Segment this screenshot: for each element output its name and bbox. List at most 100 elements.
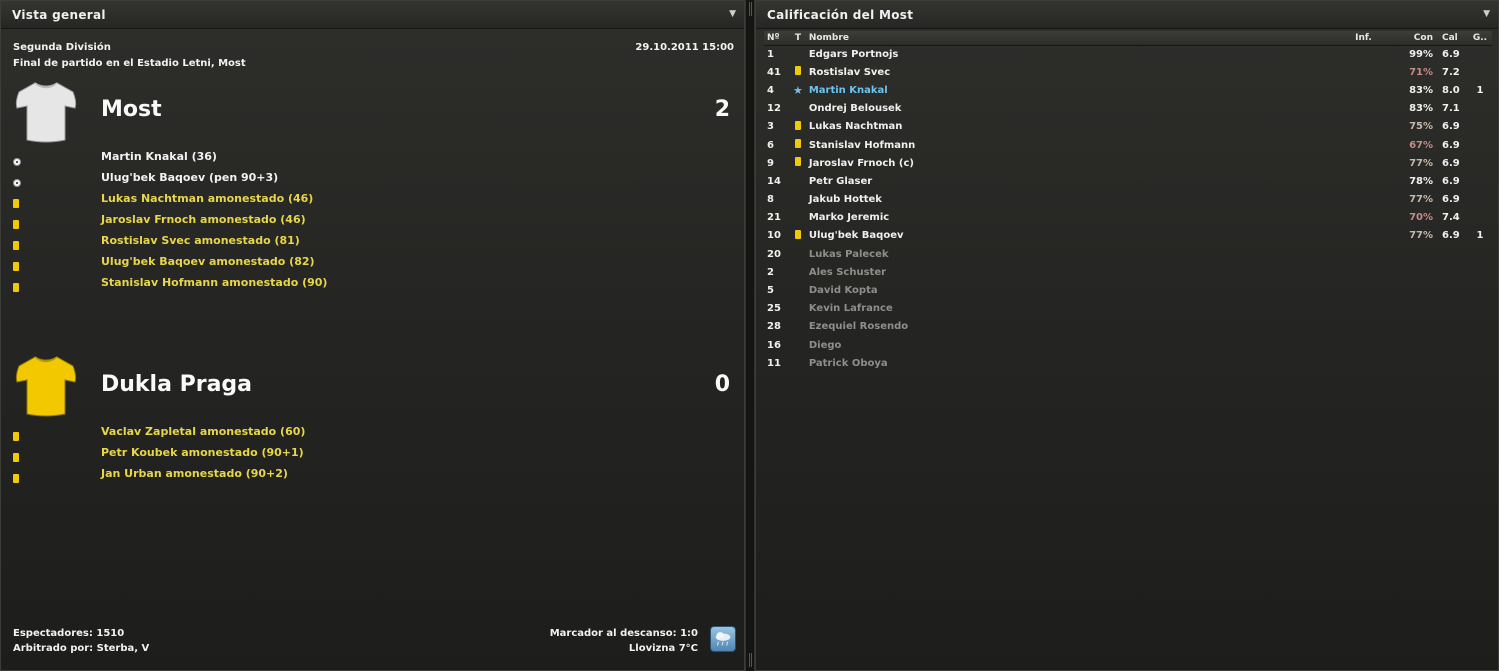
player-name[interactable]: Ezequiel Rosendo — [806, 318, 1352, 336]
player-number: 9 — [767, 157, 774, 169]
away-shirt-icon[interactable] — [13, 354, 79, 418]
player-row[interactable]: 10 Ulug'bek Baqoev 77% 6.9 1 — [764, 227, 1492, 245]
player-info — [1352, 245, 1406, 263]
player-row[interactable]: 8 Jakub Hottek 77% 6.9 — [764, 191, 1492, 209]
col-number[interactable]: Nº — [764, 31, 790, 46]
player-name[interactable]: Petr Glaser — [806, 172, 1352, 190]
event-text[interactable]: Jan Urban amonestado (90+2) — [101, 467, 288, 480]
player-name[interactable]: Ales Schuster — [806, 263, 1352, 281]
player-row[interactable]: 16 Diego — [764, 336, 1492, 354]
player-row[interactable]: 25 Kevin Lafrance — [764, 300, 1492, 318]
player-type — [790, 227, 806, 245]
player-row[interactable]: 21 Marko Jeremic 70% 7.4 — [764, 209, 1492, 227]
player-condition — [1406, 318, 1436, 336]
player-row[interactable]: 6 Stanislav Hofmann 67% 6.9 — [764, 136, 1492, 154]
player-info — [1352, 118, 1406, 136]
event-text[interactable]: Petr Koubek amonestado (90+1) — [101, 446, 304, 459]
col-info[interactable]: Inf. — [1352, 31, 1407, 46]
col-name[interactable]: Nombre — [805, 31, 1353, 46]
ratings-header: Calificación del Most ▼ — [756, 1, 1498, 29]
player-type — [790, 336, 806, 354]
player-number: 25 — [767, 303, 781, 315]
player-name[interactable]: Stanislav Hofmann — [806, 136, 1352, 154]
player-number: 2 — [767, 266, 774, 278]
yellow-card-icon — [794, 229, 801, 239]
player-row[interactable]: 11 Patrick Oboya — [764, 354, 1492, 372]
player-type — [790, 209, 806, 227]
player-name[interactable]: Jakub Hottek — [806, 191, 1352, 209]
weather-text: Llovizna 7°C — [628, 643, 698, 654]
player-info — [1352, 81, 1406, 99]
player-row[interactable]: 1 Edgars Portnojs 99% 6.9 — [764, 45, 1492, 63]
chevron-down-icon[interactable]: ▼ — [729, 9, 736, 19]
player-row[interactable]: 20 Lukas Palecek — [764, 245, 1492, 263]
event-text[interactable]: Lukas Nachtman amonestado (46) — [101, 192, 313, 205]
player-row[interactable]: 5 David Kopta — [764, 281, 1492, 299]
away-team-score: 0 — [714, 372, 730, 397]
player-type: ★ — [790, 81, 806, 99]
player-row[interactable]: 28 Ezequiel Rosendo — [764, 318, 1492, 336]
player-number: 8 — [767, 194, 774, 206]
player-name[interactable]: Diego — [806, 336, 1352, 354]
event-text[interactable]: Rostislav Svec amonestado (81) — [101, 234, 300, 247]
player-name[interactable]: David Kopta — [806, 281, 1352, 299]
home-shirt-icon[interactable] — [13, 80, 79, 144]
player-condition: 77% — [1409, 194, 1433, 206]
yellow-card-icon — [13, 256, 19, 275]
player-row[interactable]: 2 Ales Schuster — [764, 263, 1492, 281]
player-row[interactable]: 14 Petr Glaser 78% 6.9 — [764, 172, 1492, 190]
yellow-card-icon — [13, 214, 19, 233]
player-row[interactable]: 12 Ondrej Belousek 83% 7.1 — [764, 100, 1492, 118]
player-info — [1352, 354, 1406, 372]
col-rating[interactable]: Cal — [1436, 31, 1468, 46]
yellow-card-icon — [13, 447, 19, 466]
player-rating — [1436, 263, 1468, 281]
player-type — [790, 100, 806, 118]
event-text[interactable]: Stanislav Hofmann amonestado (90) — [101, 276, 327, 289]
player-name[interactable]: Marko Jeremic — [806, 209, 1352, 227]
player-condition: 77% — [1409, 157, 1433, 169]
col-condition[interactable]: Con — [1406, 31, 1436, 46]
chevron-down-icon[interactable]: ▼ — [1483, 9, 1490, 19]
splitter-grip-bottom[interactable] — [749, 653, 752, 667]
event-text[interactable]: Ulug'bek Baqoev amonestado (82) — [101, 255, 315, 268]
player-name[interactable]: Jaroslav Frnoch (c) — [806, 154, 1352, 172]
col-goals[interactable]: G.. — [1467, 31, 1492, 46]
player-info — [1352, 209, 1406, 227]
player-number: 5 — [767, 285, 774, 297]
star-icon: ★ — [792, 83, 803, 97]
referee[interactable]: Arbitrado por: Sterba, V — [13, 643, 149, 654]
event-text[interactable]: Jaroslav Frnoch amonestado (46) — [101, 213, 306, 226]
player-name[interactable]: Lukas Palecek — [806, 245, 1352, 263]
player-name[interactable]: Kevin Lafrance — [806, 300, 1352, 318]
player-row[interactable]: 4 ★ Martin Knakal 83% 8.0 1 — [764, 81, 1492, 99]
away-team-name[interactable]: Dukla Praga — [101, 372, 252, 397]
player-rating — [1436, 300, 1468, 318]
player-rating: 6.9 — [1442, 48, 1460, 60]
yellow-card-event: Petr Koubek amonestado (90+1) — [1, 444, 746, 465]
player-number: 14 — [767, 175, 781, 187]
player-name[interactable]: Lukas Nachtman — [806, 118, 1352, 136]
player-name[interactable]: Ondrej Belousek — [806, 100, 1352, 118]
player-name[interactable]: Patrick Oboya — [806, 354, 1352, 372]
league-name: Segunda División — [13, 42, 111, 53]
event-text[interactable]: Vaclav Zapletal amonestado (60) — [101, 425, 305, 438]
player-name[interactable]: Martin Knakal — [806, 81, 1352, 99]
panel-splitter[interactable] — [745, 0, 755, 671]
player-row[interactable]: 41 Rostislav Svec 71% 7.2 — [764, 63, 1492, 81]
event-text[interactable]: Ulug'bek Baqoev (pen 90+3) — [101, 171, 278, 184]
yellow-card-icon — [13, 426, 19, 445]
event-text[interactable]: Martin Knakal (36) — [101, 150, 217, 163]
player-info — [1352, 300, 1406, 318]
player-name[interactable]: Rostislav Svec — [806, 63, 1352, 81]
player-goals — [1468, 300, 1492, 318]
player-name[interactable]: Edgars Portnojs — [806, 45, 1352, 63]
home-team-name[interactable]: Most — [101, 97, 162, 122]
splitter-grip-top[interactable] — [749, 2, 752, 16]
player-name[interactable]: Ulug'bek Baqoev — [806, 227, 1352, 245]
player-row[interactable]: 9 Jaroslav Frnoch (c) 77% 6.9 — [764, 154, 1492, 172]
yellow-card-event: Jaroslav Frnoch amonestado (46) — [1, 211, 746, 232]
player-condition — [1406, 263, 1436, 281]
player-row[interactable]: 3 Lukas Nachtman 75% 6.9 — [764, 118, 1492, 136]
col-type[interactable]: T — [789, 31, 806, 46]
